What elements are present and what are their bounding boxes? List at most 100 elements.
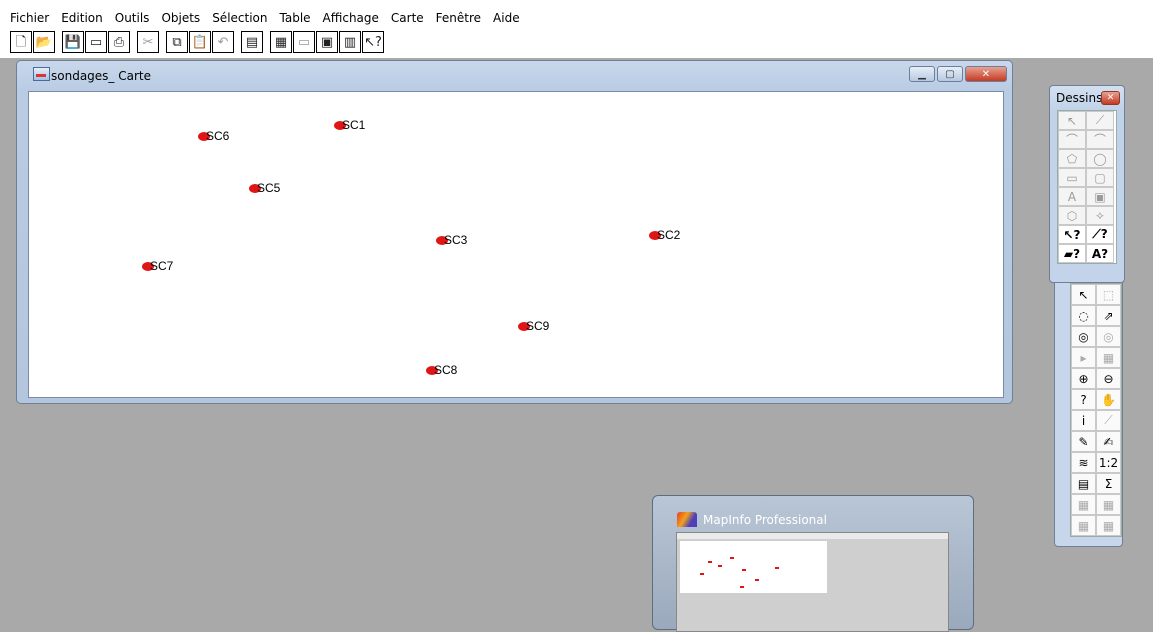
outils-tool-grid: ↖ ⬚ ◌ ⇗ ◎ ◎ ▸ ▦ ⊕ ⊖? ✋ i ⟋ ✎ ✍ ≋ 1:2 ▤ Σ ▦ ▦ ▦ ▦	[1070, 283, 1122, 537]
outils-tool-10-1[interactable]: ▦	[1096, 494, 1121, 515]
outils-tool-5-0[interactable]: ?	[1071, 389, 1096, 410]
close-button[interactable]: ✕	[965, 66, 1007, 82]
outils-tool-11-1[interactable]: ▦	[1096, 515, 1121, 536]
menu-outils[interactable]: Outils	[115, 9, 150, 27]
outils-tool-8-1[interactable]: 1:2	[1096, 452, 1121, 473]
dessins-tool-6-0[interactable]: ↖?	[1058, 225, 1086, 244]
map-window-icon	[33, 67, 50, 81]
dessins-tool-5-0[interactable]: ⬡	[1058, 206, 1086, 225]
minimize-button[interactable]: ▁	[909, 66, 935, 82]
outils-tool-4-1[interactable]: ⊖	[1096, 368, 1121, 389]
dessins-close-button[interactable]: ✕	[1101, 91, 1120, 105]
outils-tool-7-1[interactable]: ✍	[1096, 431, 1121, 452]
outils-tool-7-0[interactable]: ✎	[1071, 431, 1096, 452]
paste-icon[interactable]: 📋	[189, 31, 211, 53]
point-label: SC2	[657, 228, 681, 242]
menu-carte[interactable]: Carte	[391, 9, 424, 27]
point-label: SC7	[150, 259, 174, 273]
redistrict-window-icon[interactable]: ▥	[339, 31, 361, 53]
map-point-sc8[interactable]: SC8	[426, 363, 457, 377]
outils-tool-0-0[interactable]: ↖	[1071, 284, 1096, 305]
dessins-tool-2-0[interactable]: ⬠	[1058, 149, 1086, 168]
menu-aide[interactable]: Aide	[493, 9, 520, 27]
menu-table[interactable]: Table	[280, 9, 311, 27]
dessins-tool-5-1[interactable]: ⟡	[1086, 206, 1114, 225]
browser-window-icon[interactable]: ▤	[241, 31, 263, 53]
outils-tool-2-1[interactable]: ◎	[1096, 326, 1121, 347]
save-icon[interactable]: 💾	[62, 31, 84, 53]
outils-tool-6-1[interactable]: ⟋	[1096, 410, 1121, 431]
dessins-tool-1-0[interactable]: ⌒	[1058, 130, 1086, 149]
menu-fichier[interactable]: Fichier	[10, 9, 49, 27]
menu-objets[interactable]: Objets	[161, 9, 200, 27]
outils-tool-1-0[interactable]: ◌	[1071, 305, 1096, 326]
dessins-tool-6-1[interactable]: ⟋?	[1086, 225, 1114, 244]
outils-tool-3-0[interactable]: ▸	[1071, 347, 1096, 368]
window-icon[interactable]: ▭	[85, 31, 107, 53]
dessins-tool-grid: ↖ ⟋ ⌒ ⌒ ⬠ ◯ ▭ ▢ A ▣ ⬡ ⟡ ↖? ⟋? ▰? A?	[1057, 110, 1117, 264]
outils-tool-1-1[interactable]: ⇗	[1096, 305, 1121, 326]
graph-window-icon[interactable]: ▭	[293, 31, 315, 53]
taskbar-thumbnail[interactable]: MapInfo Professional	[652, 495, 974, 632]
dessins-tool-0-1[interactable]: ⟋	[1086, 111, 1114, 130]
map-point-sc3[interactable]: SC3	[436, 233, 467, 247]
point-label: SC9	[526, 319, 550, 333]
outils-tool-9-1[interactable]: Σ	[1096, 473, 1121, 494]
dessins-tool-2-1[interactable]: ◯	[1086, 149, 1114, 168]
map-point-sc2[interactable]: SC2	[649, 228, 680, 242]
top-strip: Fichier Edition Outils Objets Sélection …	[0, 0, 1153, 58]
menu-fenetre[interactable]: Fenêtre	[436, 9, 481, 27]
outils-tool-4-0[interactable]: ⊕	[1071, 368, 1096, 389]
point-label: SC6	[206, 129, 230, 143]
dessins-tool-7-1[interactable]: A?	[1086, 244, 1114, 263]
menu-selection[interactable]: Sélection	[212, 9, 267, 27]
menu-affichage[interactable]: Affichage	[323, 9, 379, 27]
point-label: SC3	[444, 233, 468, 247]
map-window-title: sondages_ Carte	[51, 69, 151, 83]
main-toolbar: 🗋 📂 💾 ▭ ⎙ ✂ ⧉ 📋 ↶ ▤ ▦ ▭ ▣ ▥ ↖?	[10, 29, 385, 55]
map-point-sc9[interactable]: SC9	[518, 319, 549, 333]
menu-edition[interactable]: Edition	[61, 9, 103, 27]
dessins-tool-3-1[interactable]: ▢	[1086, 168, 1114, 187]
help-pointer-icon[interactable]: ↖?	[362, 31, 384, 53]
copy-icon[interactable]: ⧉	[166, 31, 188, 53]
dessins-tool-0-0[interactable]: ↖	[1058, 111, 1086, 130]
outils-tool-11-0[interactable]: ▦	[1071, 515, 1096, 536]
map-point-sc7[interactable]: SC7	[142, 259, 173, 273]
undo-icon[interactable]: ↶	[212, 31, 234, 53]
dessins-tool-1-1[interactable]: ⌒	[1086, 130, 1114, 149]
dessins-tool-3-0[interactable]: ▭	[1058, 168, 1086, 187]
point-label: SC1	[342, 118, 366, 132]
dessins-tool-4-0[interactable]: A	[1058, 187, 1086, 206]
maximize-button[interactable]: ▢	[937, 66, 963, 82]
menu-bar: Fichier Edition Outils Objets Sélection …	[10, 9, 532, 27]
point-label: SC5	[257, 181, 281, 195]
outils-tool-10-0[interactable]: ▦	[1071, 494, 1096, 515]
map-canvas[interactable]: SC1 SC6 SC5 SC3 SC2 SC7 SC9 SC8	[28, 91, 1004, 398]
open-folder-icon[interactable]: 📂	[33, 31, 55, 53]
dessins-tool-4-1[interactable]: ▣	[1086, 187, 1114, 206]
dessins-tool-7-0[interactable]: ▰?	[1058, 244, 1086, 263]
new-document-icon[interactable]: 🗋	[10, 31, 32, 53]
outils-tool-3-1[interactable]: ▦	[1096, 347, 1121, 368]
map-window-icon[interactable]: ▦	[270, 31, 292, 53]
mapinfo-logo-icon	[677, 512, 697, 527]
dessins-title: Dessins	[1056, 91, 1103, 105]
print-icon[interactable]: ⎙	[108, 31, 130, 53]
outils-tool-6-0[interactable]: i	[1071, 410, 1096, 431]
thumbnail-preview	[676, 532, 949, 632]
map-point-sc1[interactable]: SC1	[334, 118, 365, 132]
outils-tool-0-1[interactable]: ⬚	[1096, 284, 1121, 305]
map-point-sc6[interactable]: SC6	[198, 129, 229, 143]
outils-tool-5-1[interactable]: ✋	[1096, 389, 1121, 410]
dessins-palette: Dessins ✕ ↖ ⟋ ⌒ ⌒ ⬠ ◯ ▭ ▢ A ▣ ⬡ ⟡ ↖? ⟋? ▰? A?	[1049, 85, 1125, 283]
layout-window-icon[interactable]: ▣	[316, 31, 338, 53]
thumbnail-title: MapInfo Professional	[703, 513, 827, 527]
map-window: sondages_ Carte ▁ ▢ ✕ SC1 SC6 SC5 SC3 SC2 SC7…	[16, 60, 1013, 404]
cut-icon[interactable]: ✂	[137, 31, 159, 53]
map-point-sc5[interactable]: SC5	[249, 181, 280, 195]
outils-tool-8-0[interactable]: ≋	[1071, 452, 1096, 473]
outils-tool-9-0[interactable]: ▤	[1071, 473, 1096, 494]
outils-tool-2-0[interactable]: ◎	[1071, 326, 1096, 347]
window-controls: ▁ ▢ ✕	[907, 66, 1007, 82]
